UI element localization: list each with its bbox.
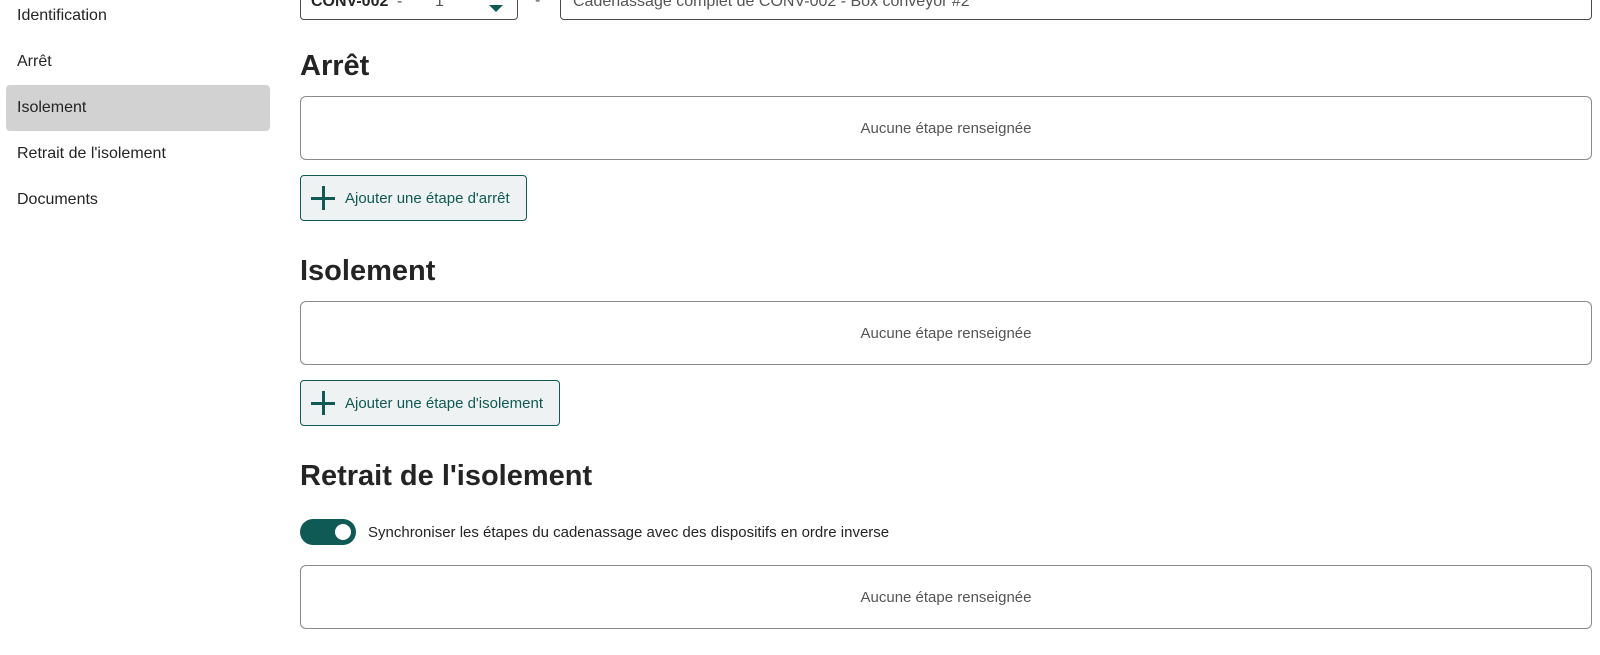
sidebar-nav: Identification Arrêt Isolement Retrait d… bbox=[0, 0, 276, 655]
sidebar-item-label: Arrêt bbox=[17, 53, 52, 70]
add-isolement-step-button[interactable]: Ajouter une étape d'isolement bbox=[300, 380, 560, 426]
plus-icon bbox=[311, 391, 335, 415]
empty-state-text: Aucune étape renseignée bbox=[860, 324, 1032, 342]
app-root: Identification Arrêt Isolement Retrait d… bbox=[0, 0, 1600, 655]
sync-reverse-order-toggle[interactable] bbox=[300, 519, 356, 545]
sidebar-item-arret[interactable]: Arrêt bbox=[6, 39, 270, 85]
add-button-label: Ajouter une étape d'arrêt bbox=[345, 189, 510, 207]
plus-icon bbox=[311, 186, 335, 210]
empty-state-text: Aucune étape renseignée bbox=[860, 119, 1032, 137]
procedure-title-field[interactable]: Cadenassage complet de CONV-002 - Box co… bbox=[560, 0, 1592, 20]
add-button-label: Ajouter une étape d'isolement bbox=[345, 394, 543, 412]
equipment-version-select[interactable]: CONV-002 - 1 bbox=[300, 0, 518, 20]
sidebar-item-label: Identification bbox=[17, 7, 107, 24]
sync-toggle-label: Synchroniser les étapes du cadenassage a… bbox=[368, 523, 890, 541]
empty-state-text: Aucune étape renseignée bbox=[860, 588, 1032, 606]
section-title-retrait: Retrait de l'isolement bbox=[300, 460, 593, 492]
code-version-separator: - bbox=[397, 0, 403, 10]
isolement-steps-empty: Aucune étape renseignée bbox=[300, 301, 1592, 365]
section-title-arret: Arrêt bbox=[300, 50, 370, 82]
sidebar-item-retrait-isolement[interactable]: Retrait de l'isolement bbox=[6, 131, 270, 177]
add-arret-step-button[interactable]: Ajouter une étape d'arrêt bbox=[300, 175, 527, 221]
arret-steps-empty: Aucune étape renseignée bbox=[300, 96, 1592, 160]
sync-toggle-row: Synchroniser les étapes du cadenassage a… bbox=[300, 519, 889, 545]
sidebar-item-label: Isolement bbox=[17, 99, 87, 116]
toggle-knob bbox=[335, 524, 351, 540]
sidebar-item-documents[interactable]: Documents bbox=[6, 177, 270, 223]
section-title-isolement: Isolement bbox=[300, 255, 436, 287]
version-number: 1 bbox=[435, 0, 444, 10]
equipment-code: CONV-002 bbox=[311, 0, 389, 10]
sidebar-item-label: Documents bbox=[17, 191, 98, 208]
identification-row: CONV-002 - 1 - Cadenassage complet de CO… bbox=[300, 0, 1592, 20]
caret-down-icon[interactable] bbox=[489, 5, 503, 12]
procedure-title-value: Cadenassage complet de CONV-002 - Box co… bbox=[573, 0, 970, 10]
title-separator: - bbox=[535, 0, 541, 9]
sidebar-item-identification[interactable]: Identification bbox=[6, 0, 270, 39]
sidebar-item-isolement[interactable]: Isolement bbox=[6, 85, 270, 131]
retrait-steps-empty: Aucune étape renseignée bbox=[300, 565, 1592, 629]
sidebar-item-label: Retrait de l'isolement bbox=[17, 145, 166, 162]
